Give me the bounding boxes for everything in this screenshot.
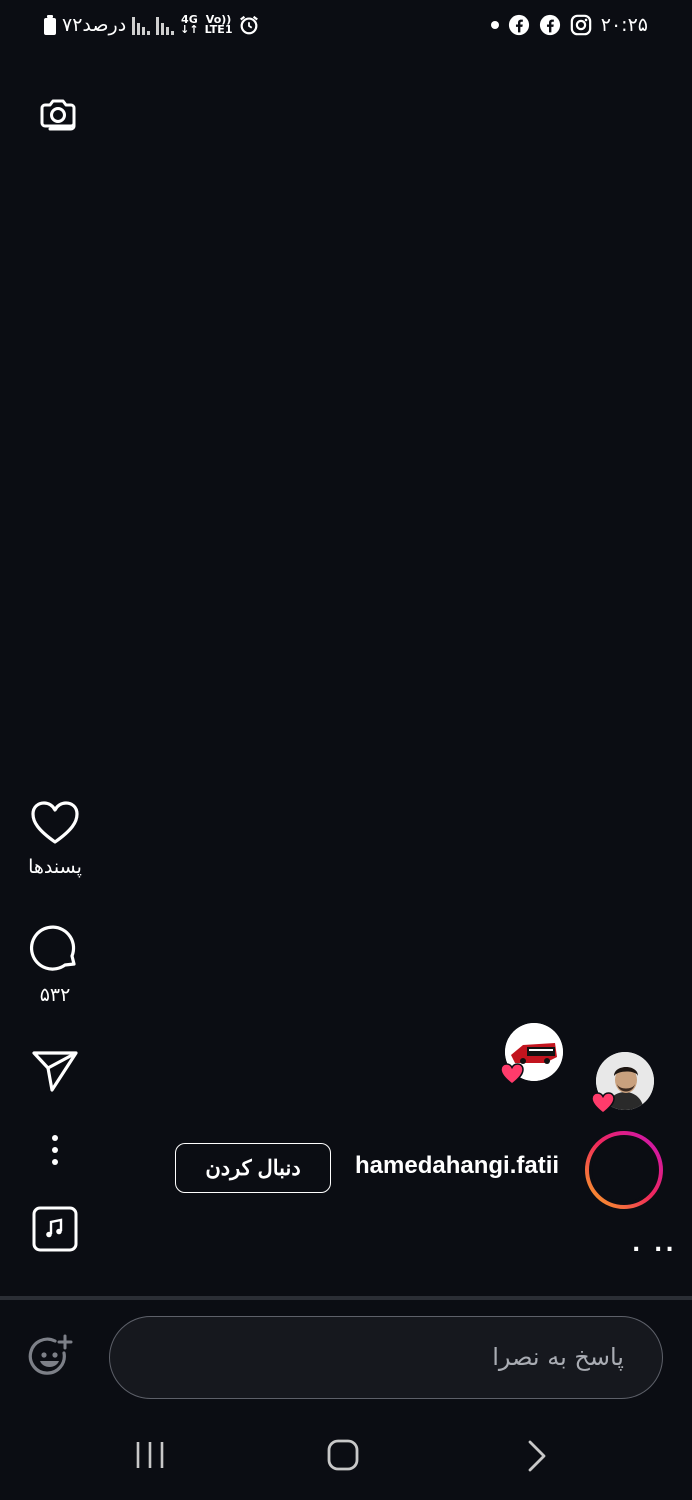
- signal-icon: [132, 15, 151, 35]
- follow-button[interactable]: دنبال کردن: [175, 1143, 331, 1193]
- heart-icon[interactable]: [30, 800, 80, 846]
- back-icon[interactable]: [526, 1440, 548, 1472]
- share-action[interactable]: [0, 1048, 110, 1098]
- camera-icon[interactable]: [36, 92, 80, 136]
- more-vertical-icon[interactable]: [50, 1134, 60, 1166]
- caption-more-text[interactable]: . ..: [632, 1232, 677, 1257]
- network-lte-indicator: Vo)) LTE1: [204, 13, 233, 36]
- facebook-icon: [539, 14, 560, 36]
- like-action[interactable]: پسندها: [0, 800, 110, 878]
- battery-icon: [44, 15, 56, 35]
- profile-avatar[interactable]: [584, 1130, 664, 1210]
- more-options-button[interactable]: [0, 1134, 110, 1170]
- status-bar-left: ۷۲درصد 4G ↓↑ Vo)) LTE1: [44, 14, 260, 36]
- heart-badge-icon: [591, 1092, 615, 1114]
- username-link[interactable]: hamedahangi.fatii: [355, 1152, 559, 1180]
- music-note-icon[interactable]: [32, 1206, 78, 1252]
- reel-screen: ۷۲درصد 4G ↓↑ Vo)) LTE1 ۲۰:۲۵ پسندها ۵۳۲ …: [0, 0, 692, 1500]
- clock-time: ۲۰:۲۵: [600, 14, 648, 36]
- facebook-icon: [508, 14, 529, 36]
- comment-icon[interactable]: [29, 922, 81, 974]
- instagram-icon: [570, 14, 592, 36]
- status-bar-right: ۲۰:۲۵: [490, 14, 648, 36]
- likes-label: پسندها: [28, 856, 82, 878]
- home-icon[interactable]: [327, 1439, 359, 1471]
- status-bar: ۷۲درصد 4G ↓↑ Vo)) LTE1 ۲۰:۲۵: [0, 0, 692, 56]
- add-emoji-icon[interactable]: [28, 1334, 74, 1380]
- battery-text: ۷۲درصد: [62, 14, 127, 36]
- recent-apps-icon[interactable]: [134, 1440, 166, 1470]
- send-icon[interactable]: [30, 1048, 80, 1094]
- comment-action[interactable]: ۵۳۲: [0, 922, 110, 1006]
- reply-input[interactable]: پاسخ به نصرا: [109, 1316, 663, 1399]
- notification-dot-icon: [490, 21, 499, 29]
- audio-button[interactable]: [0, 1206, 110, 1256]
- divider: [0, 1296, 692, 1300]
- signal-icon: [156, 15, 175, 35]
- comments-count: ۵۳۲: [39, 984, 71, 1006]
- alarm-icon: [240, 15, 259, 35]
- network-4g-indicator: 4G ↓↑: [180, 13, 199, 36]
- heart-badge-icon: [500, 1063, 524, 1085]
